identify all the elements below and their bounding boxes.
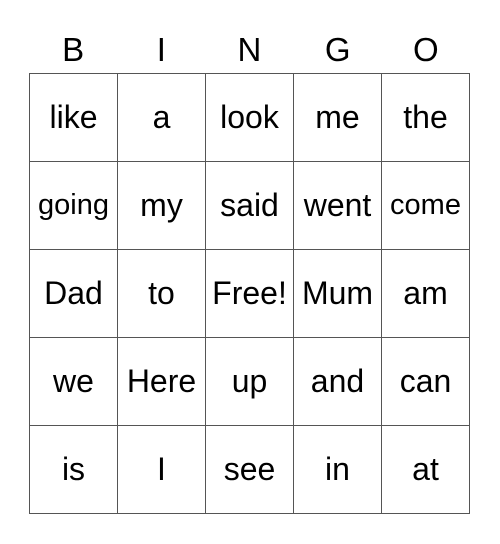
bingo-cell[interactable]: me: [293, 73, 382, 162]
bingo-cell[interactable]: Here: [117, 337, 206, 426]
bingo-cell[interactable]: the: [381, 73, 470, 162]
bingo-cell[interactable]: a: [117, 73, 206, 162]
table-row: Dad to Free! Mum am: [29, 249, 470, 338]
table-row: is I see in at: [29, 425, 470, 514]
bingo-cell[interactable]: my: [117, 161, 206, 250]
bingo-cell[interactable]: went: [293, 161, 382, 250]
bingo-card: like a look me the going my said went co…: [29, 73, 470, 514]
bingo-cell[interactable]: Mum: [293, 249, 382, 338]
bingo-cell[interactable]: at: [381, 425, 470, 514]
bingo-cell[interactable]: in: [293, 425, 382, 514]
bingo-cell[interactable]: said: [205, 161, 294, 250]
bingo-cell[interactable]: to: [117, 249, 206, 338]
header-letter-i: I: [156, 31, 166, 68]
bingo-cell[interactable]: like: [29, 73, 118, 162]
bingo-cell[interactable]: come: [381, 161, 470, 250]
bingo-cell[interactable]: we: [29, 337, 118, 426]
header-letter-g: G: [324, 31, 351, 68]
bingo-cell[interactable]: going: [29, 161, 118, 250]
table-row: going my said went come: [29, 161, 470, 250]
header-letter-o: O: [413, 31, 439, 68]
bingo-cell[interactable]: and: [293, 337, 382, 426]
bingo-cell[interactable]: I: [117, 425, 206, 514]
bingo-cell[interactable]: is: [29, 425, 118, 514]
table-row: like a look me the: [29, 73, 470, 162]
bingo-header: B I N G O: [29, 28, 470, 72]
bingo-cell[interactable]: look: [205, 73, 294, 162]
free-cell[interactable]: Free!: [205, 249, 294, 338]
table-row: we Here up and can: [29, 337, 470, 426]
bingo-cell[interactable]: see: [205, 425, 294, 514]
bingo-cell[interactable]: Dad: [29, 249, 118, 338]
header-letter-b: B: [62, 31, 85, 68]
bingo-cell[interactable]: up: [205, 337, 294, 426]
header-letter-n: N: [237, 31, 262, 68]
bingo-cell[interactable]: can: [381, 337, 470, 426]
bingo-cell[interactable]: am: [381, 249, 470, 338]
